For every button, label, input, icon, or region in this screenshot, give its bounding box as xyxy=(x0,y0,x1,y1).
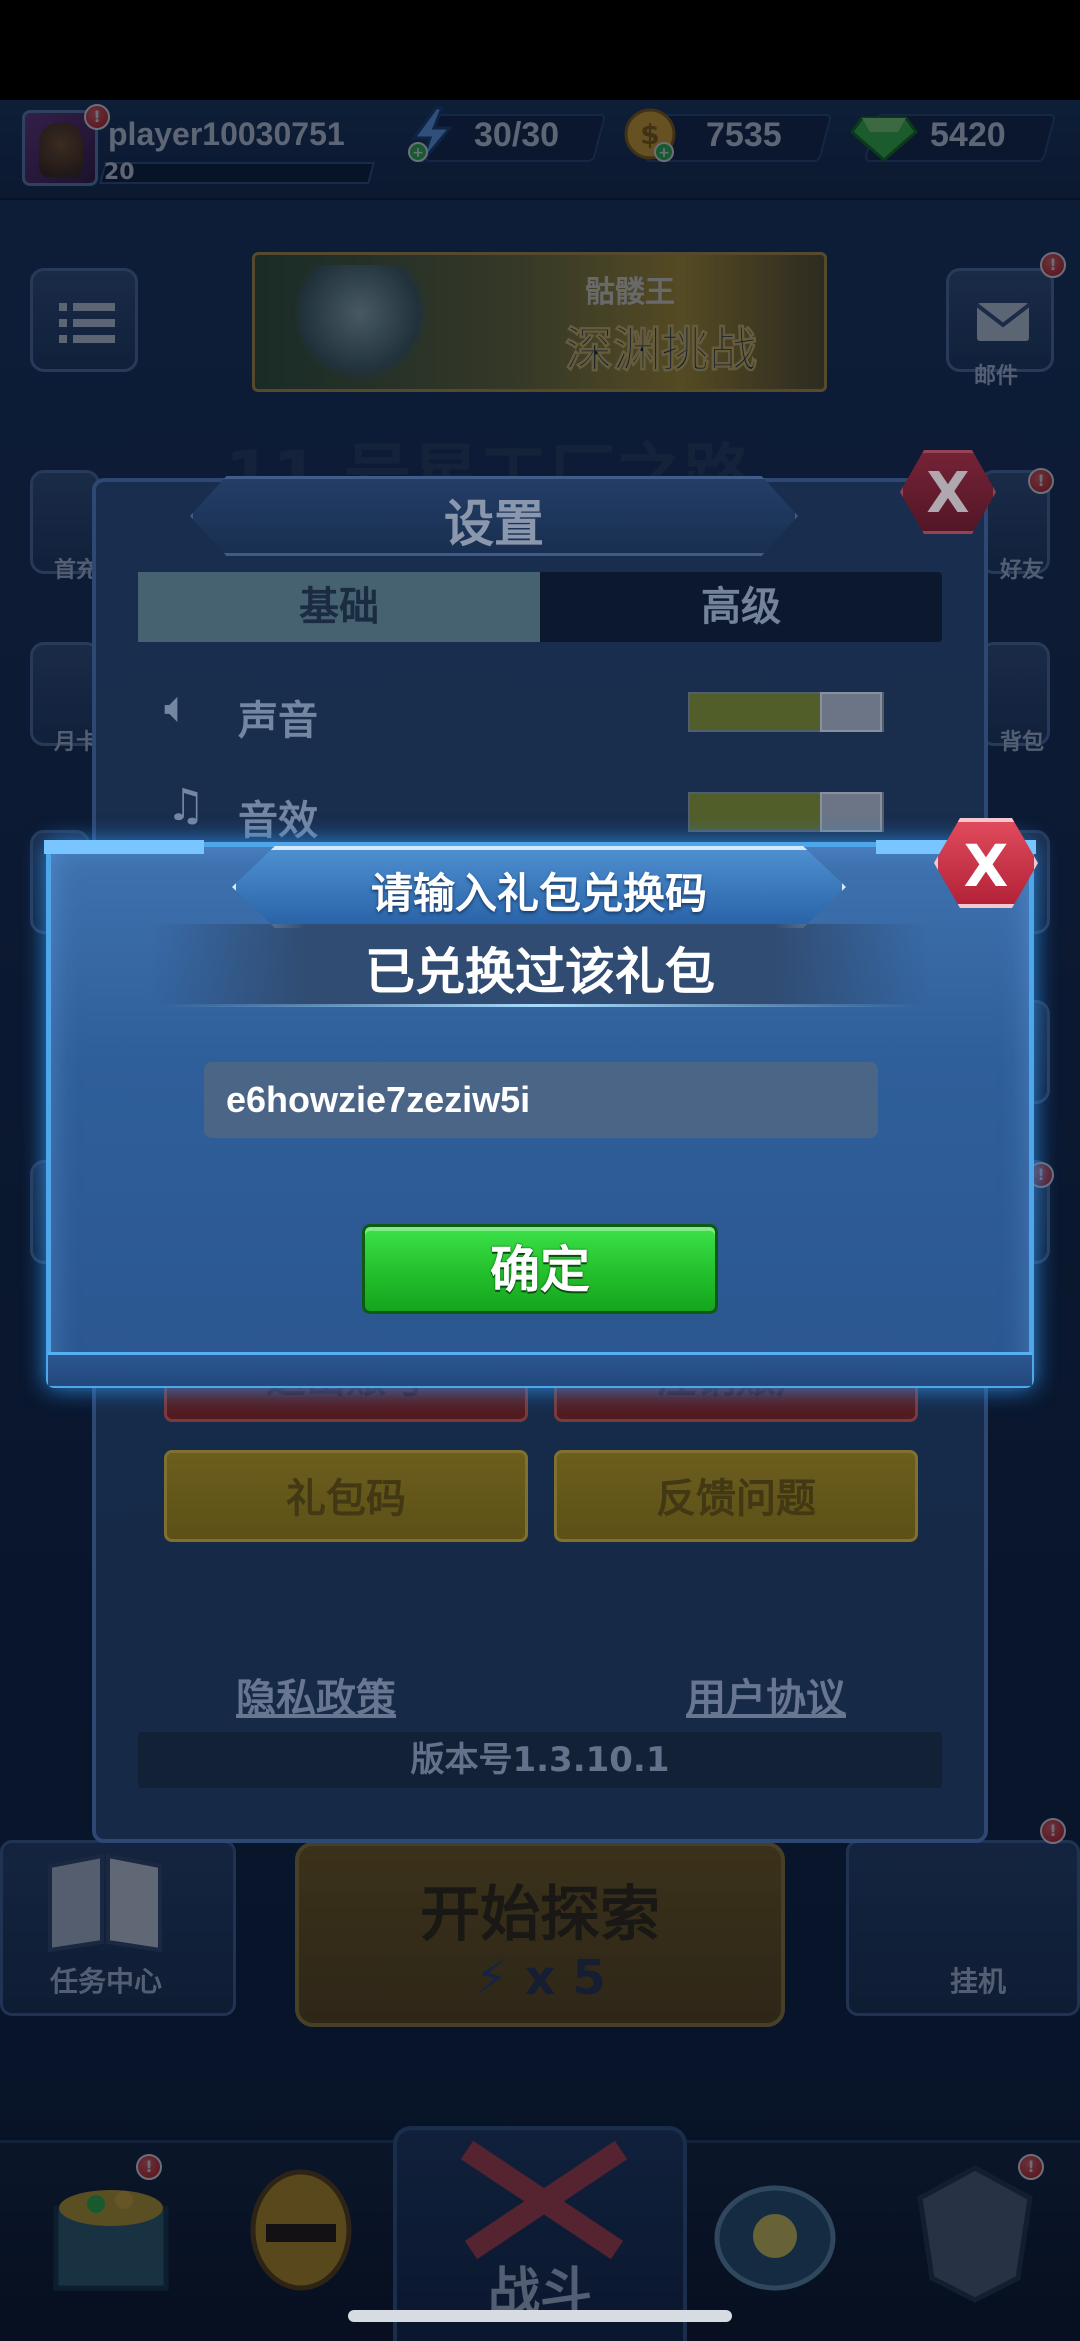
dialog-bottom-band xyxy=(48,1352,1032,1386)
redeem-status-message: 已兑换过该礼包 xyxy=(365,943,715,1001)
home-indicator[interactable] xyxy=(348,2310,732,2322)
close-icon: X xyxy=(963,832,1009,900)
message-divider xyxy=(160,1004,920,1007)
dialog-corner-accent-left xyxy=(44,840,204,854)
status-bar xyxy=(0,0,1080,100)
confirm-button[interactable]: 确定 xyxy=(362,1224,718,1314)
dialog-title: 请输入礼包兑换码 xyxy=(370,869,707,918)
gift-code-input[interactable]: e6howzie7zeziw5i xyxy=(204,1062,878,1138)
